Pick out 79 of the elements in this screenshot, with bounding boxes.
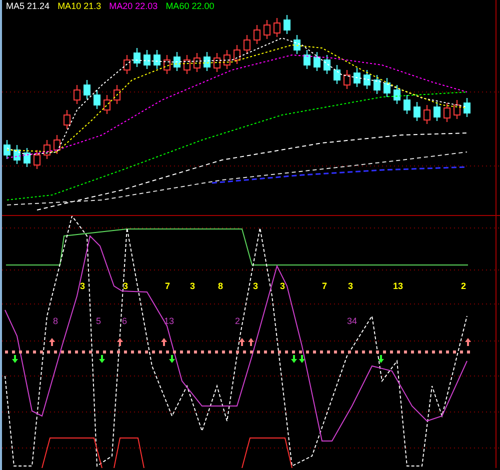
down-arrow-icon <box>12 355 18 363</box>
candlestick <box>364 70 370 90</box>
candlestick <box>44 140 50 160</box>
candlestick <box>74 84 80 104</box>
candlestick <box>334 64 340 84</box>
candlestick <box>394 84 400 104</box>
count-label: 2 <box>461 281 466 291</box>
count-label: 7 <box>322 281 328 291</box>
candlestick <box>164 54 170 74</box>
count-label: 3 <box>80 281 86 291</box>
candlestick <box>344 70 350 90</box>
plateau-line <box>242 438 292 468</box>
candlestick <box>404 94 410 114</box>
plateau-line <box>114 438 144 468</box>
candlestick <box>34 150 40 170</box>
candlestick <box>144 50 150 70</box>
count-label: 3 <box>253 281 258 291</box>
moving-average-reading: MA5 21.24 <box>6 0 50 12</box>
candlestick <box>324 54 330 74</box>
candlestick <box>294 34 300 54</box>
count-label: 8 <box>218 281 224 291</box>
candlestick <box>154 50 160 70</box>
candlestick <box>284 14 290 34</box>
candlestick <box>4 140 10 160</box>
candlestick <box>234 44 240 64</box>
count-label: 34 <box>347 316 358 326</box>
count-label: 5 <box>96 316 102 326</box>
candlestick <box>464 98 470 118</box>
count-label: 6 <box>122 316 128 326</box>
candlestick <box>114 84 120 104</box>
up-arrow-icon <box>465 338 471 346</box>
candlestick <box>64 110 70 130</box>
up-arrow-icon <box>49 338 55 346</box>
count-label: 13 <box>164 316 174 326</box>
up-arrow-icon <box>117 338 123 346</box>
candlestick <box>84 80 90 100</box>
count-label: 3 <box>348 281 354 291</box>
count-label: 13 <box>393 281 404 291</box>
candlestick <box>214 52 220 72</box>
candlestick <box>274 18 280 38</box>
candlestick <box>444 102 450 122</box>
candlestick <box>434 102 440 122</box>
candlestick <box>54 134 60 154</box>
candlestick <box>124 54 130 74</box>
candlestick <box>374 74 380 94</box>
moving-average-reading: MA60 22.00 <box>166 0 214 12</box>
candlestick <box>304 50 310 70</box>
candlestick <box>14 144 20 164</box>
count-label: 3 <box>190 281 196 291</box>
count-label: 3 <box>123 281 128 291</box>
candlestick <box>354 68 360 88</box>
plateau-line <box>42 438 102 468</box>
candlestick <box>254 24 260 44</box>
moving-average-reading: MA10 21.3 <box>58 0 102 12</box>
candlestick <box>244 34 250 54</box>
moving-average-reading: MA20 22.03 <box>109 0 158 12</box>
down-arrow-icon <box>378 355 384 363</box>
count-label: 2 <box>235 316 240 326</box>
candlestick <box>24 148 30 168</box>
count-label: 8 <box>53 316 58 326</box>
up-arrow-icon <box>161 338 167 346</box>
candlestick <box>184 54 190 74</box>
candlestick <box>314 52 320 72</box>
candlestick <box>104 94 110 114</box>
count-label: 3 <box>280 281 286 291</box>
candlestick <box>424 104 430 124</box>
candlestick <box>384 78 390 98</box>
candlestick <box>224 50 230 70</box>
candlestick <box>174 52 180 72</box>
candlestick <box>454 100 460 120</box>
candlestick <box>264 20 270 40</box>
candlestick <box>414 102 420 122</box>
candlestick <box>94 90 100 110</box>
down-arrow-icon <box>99 355 105 363</box>
candlestick <box>134 48 140 68</box>
candlestick <box>204 52 210 72</box>
down-arrow-icon <box>169 355 175 363</box>
candlestick <box>194 52 200 72</box>
count-label: 7 <box>165 281 170 291</box>
